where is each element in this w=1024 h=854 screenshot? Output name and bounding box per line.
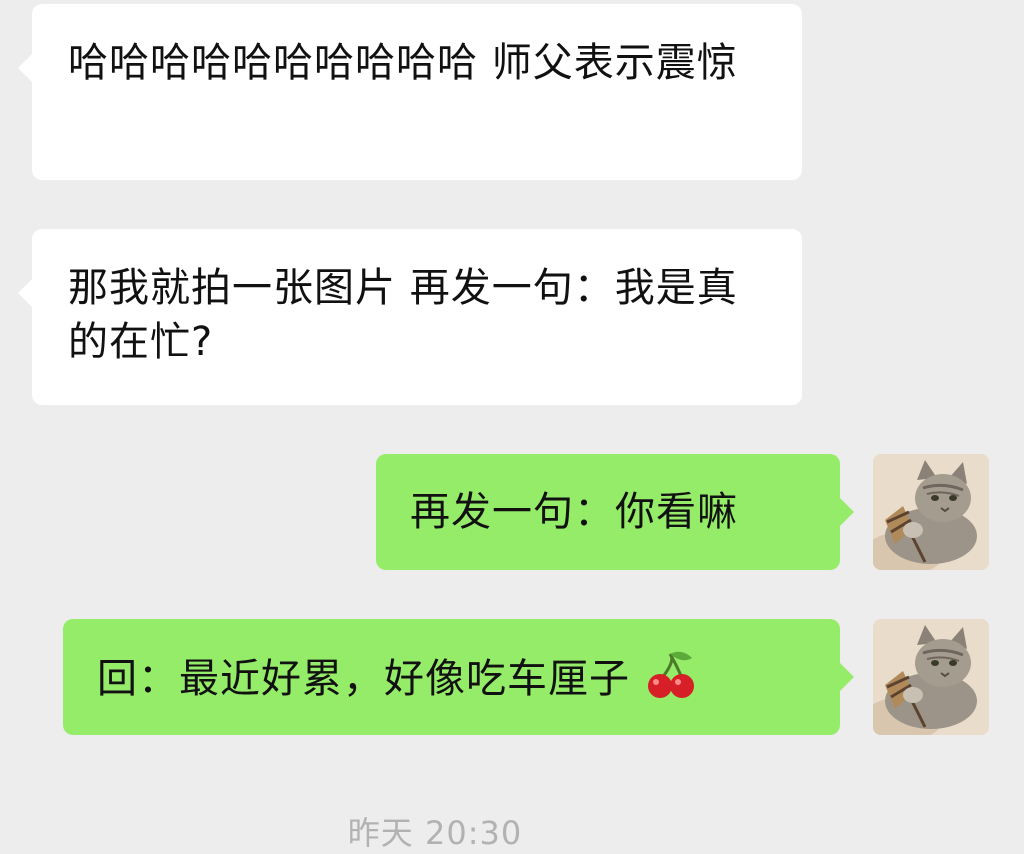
message-bubble-outgoing[interactable]: 回：最近好累，好像吃车厘子 bbox=[63, 619, 854, 735]
timestamp: 昨天 20:30 bbox=[347, 814, 523, 852]
cat-avatar-icon bbox=[873, 619, 989, 735]
avatar[interactable] bbox=[873, 619, 989, 735]
message-bubble-outgoing[interactable]: 再发一句：你看嘛 bbox=[376, 454, 854, 570]
message-text: 哈哈哈哈哈哈哈哈哈哈 师父表示震惊 bbox=[68, 40, 738, 86]
message-text: 那我就拍一张图片 再发一句：我是真的在忙? bbox=[68, 265, 738, 365]
message-bubble-incoming[interactable]: 那我就拍一张图片 再发一句：我是真的在忙? bbox=[18, 229, 802, 405]
avatar[interactable] bbox=[873, 454, 989, 570]
message-text: 再发一句：你看嘛 bbox=[410, 489, 738, 535]
message-text: 回：最近好累，好像吃车厘子 bbox=[97, 656, 630, 702]
cherry-icon bbox=[646, 650, 696, 700]
message-bubble-incoming[interactable]: 哈哈哈哈哈哈哈哈哈哈 师父表示震惊 bbox=[18, 4, 802, 180]
cat-avatar-icon bbox=[873, 454, 989, 570]
